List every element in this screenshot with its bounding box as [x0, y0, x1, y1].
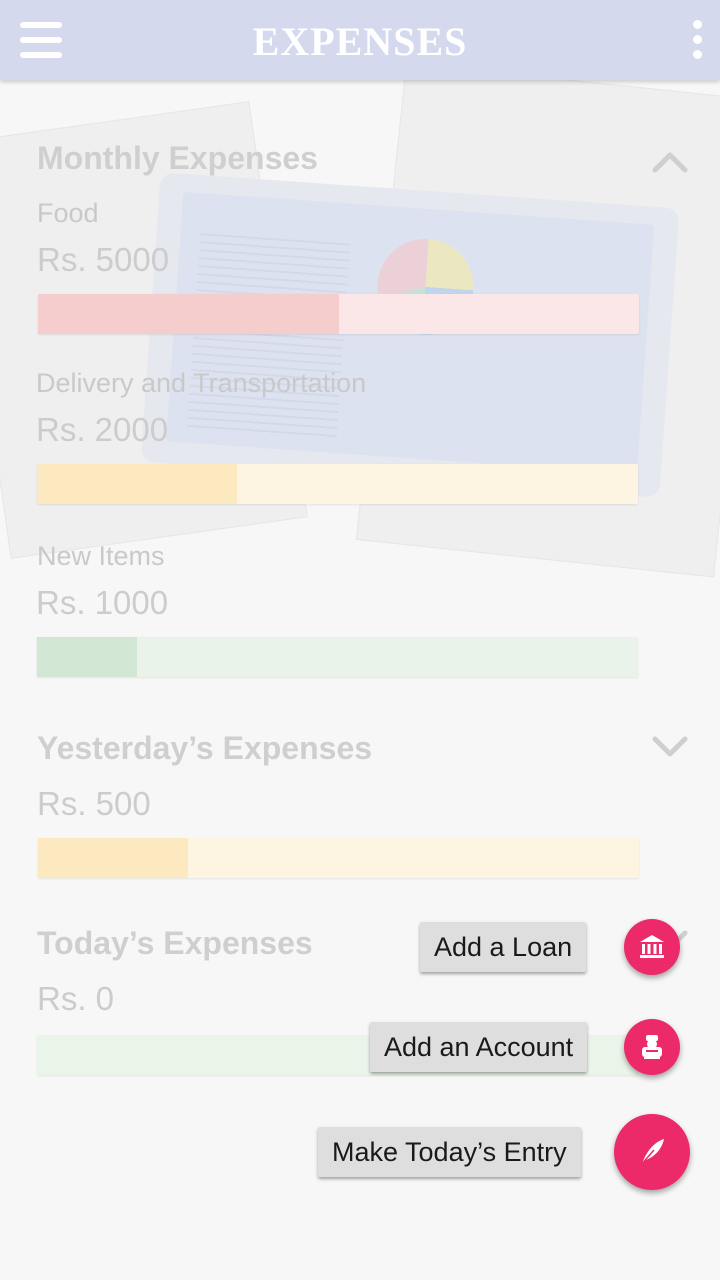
- bank-icon: [640, 935, 664, 958]
- make-todays-entry-button[interactable]: [614, 1114, 690, 1190]
- chevron-up-icon[interactable]: [651, 142, 689, 180]
- progress-fill-new-items: [37, 637, 138, 677]
- yesterday-amount: Rs. 500: [37, 785, 151, 822]
- progress-bar-yesterday: [38, 838, 639, 878]
- add-account-label[interactable]: Add an Account: [370, 1022, 588, 1072]
- progress-bar-delivery: [37, 464, 638, 504]
- category-amount-delivery: Rs. 2000: [36, 411, 169, 448]
- progress-fill-yesterday: [38, 838, 189, 878]
- make-todays-entry-label[interactable]: Make Today’s Entry: [318, 1127, 581, 1177]
- progress-bar-new-items: [37, 637, 638, 677]
- today-amount: Rs. 0: [37, 980, 115, 1017]
- today-expenses-title[interactable]: Today’s Expenses: [37, 925, 313, 962]
- progress-fill-food: [38, 294, 339, 334]
- app-bar: EXPENSES: [0, 0, 720, 80]
- page-title: EXPENSES: [252, 19, 468, 64]
- account-icon: [642, 1035, 662, 1059]
- category-amount-food: Rs. 5000: [37, 241, 170, 278]
- chevron-down-icon[interactable]: [651, 728, 689, 766]
- progress-bar-food: [38, 294, 639, 334]
- more-vertical-icon[interactable]: [692, 20, 702, 60]
- yesterday-expenses-title[interactable]: Yesterday’s Expenses: [37, 730, 372, 767]
- add-loan-button[interactable]: [624, 919, 680, 975]
- monthly-expenses-title[interactable]: Monthly Expenses: [37, 140, 318, 177]
- add-loan-label[interactable]: Add a Loan: [420, 922, 587, 972]
- category-label-new-items: New Items: [37, 541, 165, 571]
- add-account-button[interactable]: [624, 1019, 680, 1075]
- category-label-food: Food: [37, 198, 99, 228]
- category-label-delivery: Delivery and Transportation: [36, 368, 367, 398]
- progress-fill-delivery: [37, 464, 238, 504]
- category-amount-new-items: Rs. 1000: [36, 584, 169, 621]
- feather-quill-icon: [639, 1139, 664, 1167]
